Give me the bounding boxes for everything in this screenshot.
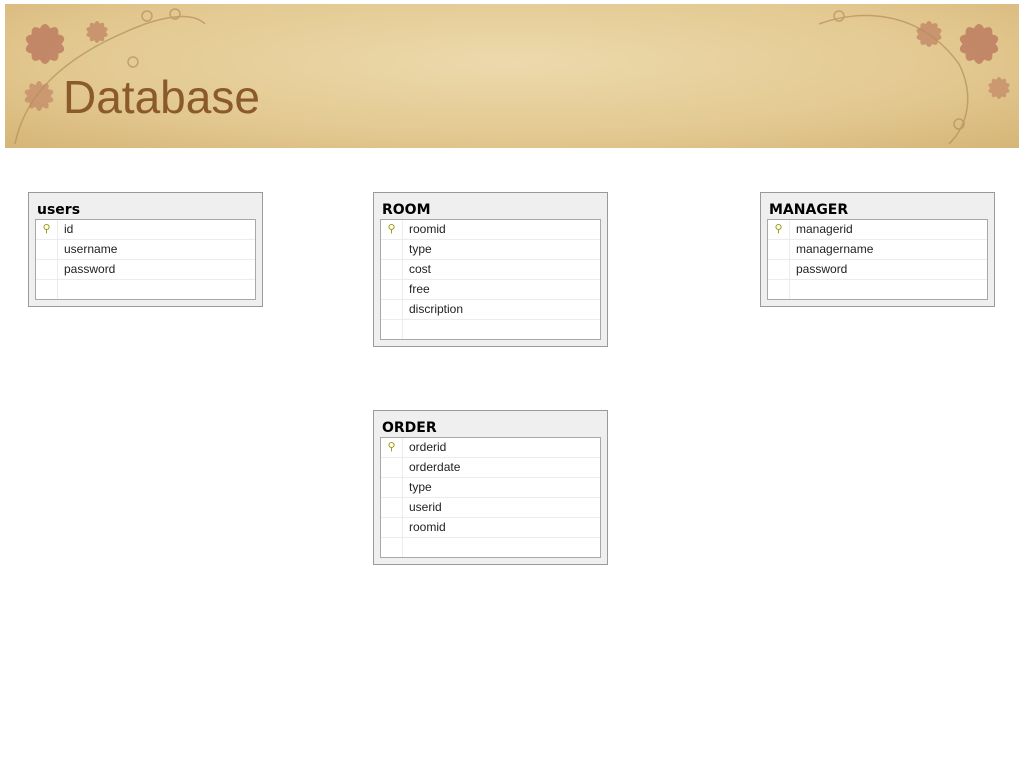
- column-name: type: [409, 480, 432, 494]
- column-row[interactable]: ⚲ managerid: [768, 220, 987, 240]
- column-name: id: [64, 222, 74, 236]
- key-icon: ⚲: [768, 220, 790, 239]
- column-name: managername: [796, 242, 874, 256]
- row-selector: [768, 280, 790, 299]
- floral-decoration-right-icon: [818, 10, 1010, 145]
- column-row[interactable]: password: [36, 260, 255, 280]
- row-selector: [381, 300, 403, 319]
- row-selector: [381, 280, 403, 299]
- row-selector: [36, 280, 58, 299]
- column-row[interactable]: ⚲ id: [36, 220, 255, 240]
- key-icon: ⚲: [36, 220, 58, 239]
- column-name: orderdate: [409, 460, 461, 474]
- column-name: free: [409, 282, 430, 296]
- empty-row[interactable]: [381, 538, 600, 557]
- column-name: username: [64, 242, 118, 256]
- row-selector: [381, 240, 403, 259]
- column-list: ⚲ id username password: [35, 219, 256, 300]
- column-row[interactable]: type: [381, 240, 600, 260]
- row-selector: [768, 260, 790, 279]
- column-row[interactable]: username: [36, 240, 255, 260]
- row-selector: [381, 478, 403, 497]
- table-users[interactable]: users ⚲ id username password: [28, 192, 263, 307]
- column-row[interactable]: discription: [381, 300, 600, 320]
- empty-row[interactable]: [768, 280, 987, 299]
- column-row[interactable]: ⚲ orderid: [381, 438, 600, 458]
- row-selector: [768, 240, 790, 259]
- table-manager[interactable]: MANAGER ⚲ managerid managername password: [760, 192, 995, 307]
- column-name: password: [64, 262, 116, 276]
- row-selector: [381, 538, 403, 557]
- column-row[interactable]: password: [768, 260, 987, 280]
- row-selector: [36, 240, 58, 259]
- key-icon: ⚲: [381, 438, 403, 457]
- column-row[interactable]: ⚲ roomid: [381, 220, 600, 240]
- row-selector: [381, 320, 403, 339]
- title-banner: Database: [5, 4, 1019, 148]
- column-row[interactable]: cost: [381, 260, 600, 280]
- table-name: users: [37, 202, 81, 218]
- column-row[interactable]: free: [381, 280, 600, 300]
- column-name: userid: [409, 500, 442, 514]
- column-row[interactable]: userid: [381, 498, 600, 518]
- column-row[interactable]: orderdate: [381, 458, 600, 478]
- table-name: ROOM: [382, 202, 431, 218]
- slide-title: Database: [63, 71, 260, 123]
- column-name: roomid: [409, 222, 446, 236]
- column-row[interactable]: roomid: [381, 518, 600, 538]
- column-list: ⚲ orderid orderdate type userid roomid: [380, 437, 601, 558]
- column-list: ⚲ roomid type cost free discription: [380, 219, 601, 340]
- empty-row[interactable]: [36, 280, 255, 299]
- column-name: type: [409, 242, 432, 256]
- column-name: roomid: [409, 520, 446, 534]
- row-selector: [381, 518, 403, 537]
- empty-row[interactable]: [381, 320, 600, 339]
- column-row[interactable]: managername: [768, 240, 987, 260]
- table-room[interactable]: ROOM ⚲ roomid type cost free discription: [373, 192, 608, 347]
- row-selector: [381, 260, 403, 279]
- table-name: ORDER: [382, 420, 437, 436]
- row-selector: [381, 458, 403, 477]
- column-name: orderid: [409, 440, 447, 454]
- column-list: ⚲ managerid managername password: [767, 219, 988, 300]
- table-name: MANAGER: [769, 202, 849, 218]
- row-selector: [381, 498, 403, 517]
- column-name: managerid: [796, 222, 853, 236]
- table-order[interactable]: ORDER ⚲ orderid orderdate type userid roomid: [373, 410, 608, 565]
- key-icon: ⚲: [381, 220, 403, 239]
- row-selector: [36, 260, 58, 279]
- column-row[interactable]: type: [381, 478, 600, 498]
- column-name: password: [796, 262, 848, 276]
- column-name: cost: [409, 262, 432, 276]
- column-name: discription: [409, 302, 464, 316]
